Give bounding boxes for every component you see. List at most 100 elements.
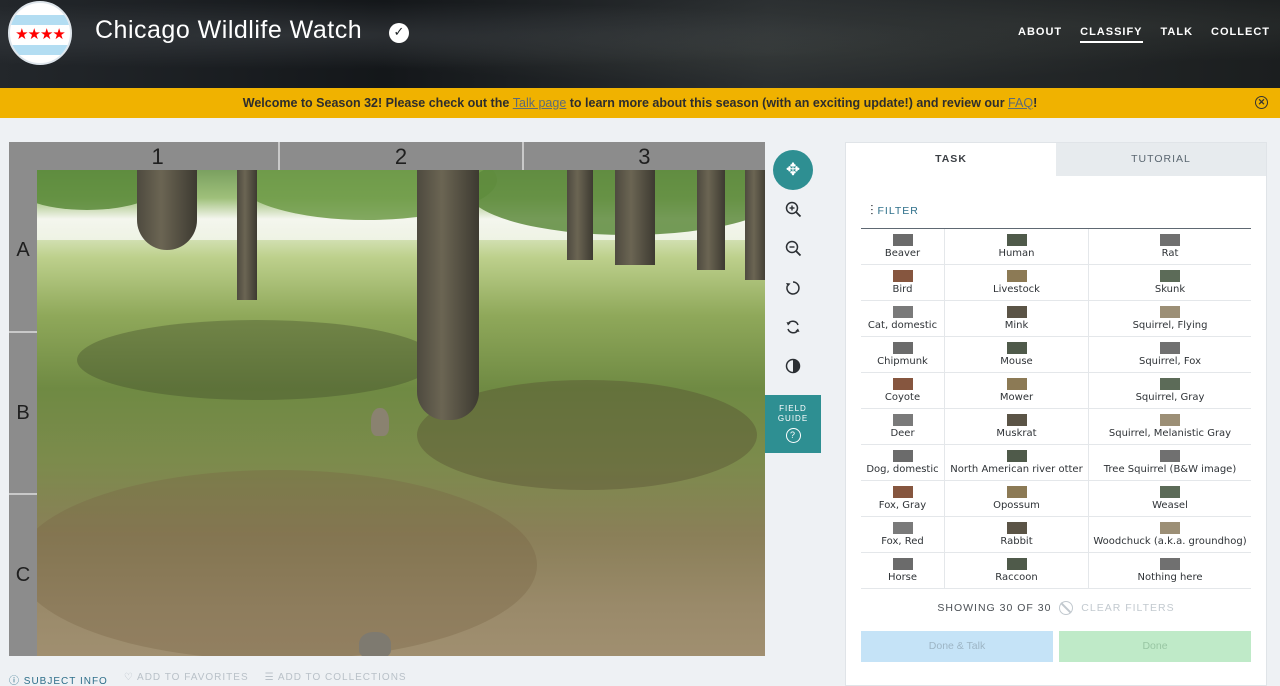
species-thumbnail (1006, 450, 1027, 462)
tab-task[interactable]: TASK (846, 143, 1056, 176)
species-choice[interactable]: Fox, Red (861, 517, 945, 552)
species-choice[interactable]: Livestock (945, 265, 1089, 300)
species-choice[interactable]: Rat (1089, 229, 1251, 264)
species-choice[interactable]: Dog, domestic (861, 445, 945, 480)
species-label: Livestock (993, 284, 1040, 295)
add-to-collections-link[interactable]: ☰ ADD TO COLLECTIONS (265, 672, 407, 686)
species-choice[interactable]: Mink (945, 301, 1089, 336)
close-banner-icon[interactable]: ✕ (1255, 96, 1268, 109)
species-choice[interactable]: North American river otter (945, 445, 1089, 480)
nav-about[interactable]: ABOUT (1018, 26, 1062, 43)
species-label: Squirrel, Gray (1135, 392, 1205, 403)
species-choice[interactable]: Chipmunk (861, 337, 945, 372)
add-to-favorites-link[interactable]: ♡ ADD TO FAVORITES (124, 672, 249, 686)
species-thumbnail (1160, 306, 1180, 318)
talk-page-link[interactable]: Talk page (513, 96, 567, 110)
invert-colors-icon[interactable] (773, 346, 813, 385)
announcement-banner: Welcome to Season 32! Please check out t… (0, 88, 1280, 118)
species-label: Skunk (1154, 284, 1186, 295)
species-choice[interactable]: Skunk (1089, 265, 1251, 300)
species-thumbnail (1006, 234, 1027, 246)
species-choice[interactable]: Squirrel, Gray (1089, 373, 1251, 408)
species-thumbnail (1160, 342, 1180, 354)
species-choice[interactable]: Squirrel, Flying (1089, 301, 1251, 336)
species-choice[interactable]: Opossum (945, 481, 1089, 516)
species-label: Tree Squirrel (B&W image) (1103, 464, 1237, 475)
species-thumbnail (892, 270, 913, 282)
field-guide-label: FIELD GUIDE (777, 404, 809, 423)
species-label: Woodchuck (a.k.a. groundhog) (1093, 536, 1247, 547)
zoom-in-icon[interactable] (773, 190, 813, 229)
grid-column-label: 2 (278, 142, 521, 170)
species-thumbnail (892, 342, 913, 354)
done-and-talk-button[interactable]: Done & Talk (861, 631, 1053, 662)
species-label: Muskrat (996, 428, 1037, 439)
done-button[interactable]: Done (1059, 631, 1251, 662)
reset-icon[interactable] (773, 307, 813, 346)
species-choice[interactable]: Tree Squirrel (B&W image) (1089, 445, 1251, 480)
zoom-out-icon[interactable] (773, 229, 813, 268)
subject-info-link[interactable]: ⓘ SUBJECT INFO (9, 672, 108, 686)
species-choice[interactable]: Deer (861, 409, 945, 444)
species-row: Beaver Human Rat (861, 229, 1251, 265)
nav-talk[interactable]: TALK (1161, 26, 1194, 43)
field-guide-button[interactable]: FIELD GUIDE ? (765, 395, 821, 453)
species-label: Weasel (1152, 500, 1188, 511)
species-label: Dog, domestic (866, 464, 939, 475)
species-thumbnail (892, 486, 913, 498)
grid-row-label: C (9, 493, 37, 656)
species-choice[interactable]: Cat, domestic (861, 301, 945, 336)
species-choice[interactable]: Mouse (945, 337, 1089, 372)
species-choice[interactable]: Horse (861, 553, 945, 588)
project-title[interactable]: Chicago Wildlife Watch (95, 16, 362, 45)
species-choice[interactable]: Raccoon (945, 553, 1089, 588)
faq-link[interactable]: FAQ (1008, 96, 1033, 110)
nav-collect[interactable]: COLLECT (1211, 26, 1270, 43)
tab-tutorial[interactable]: TUTORIAL (1056, 143, 1266, 176)
species-row: Bird Livestock Skunk (861, 265, 1251, 301)
species-label: Fox, Red (881, 536, 924, 547)
species-choice[interactable]: Beaver (861, 229, 945, 264)
nav-classify[interactable]: CLASSIFY (1080, 26, 1143, 43)
species-label: Bird (892, 284, 913, 295)
project-logo[interactable]: ★★★★ (8, 1, 72, 65)
species-choice[interactable]: Rabbit (945, 517, 1089, 552)
species-thumbnail (892, 306, 913, 318)
species-label: Squirrel, Fox (1138, 356, 1202, 367)
species-grid: Beaver Human Rat Bird Livestock Skunk Cat, dom… (861, 228, 1251, 589)
species-choice[interactable]: Woodchuck (a.k.a. groundhog) (1089, 517, 1251, 552)
filter-button[interactable]: ⫶ FILTER (870, 202, 919, 219)
task-panel: TASK TUTORIAL ⫶ FILTER Beaver Human Rat Bir… (845, 142, 1267, 686)
clear-filters-button[interactable]: CLEAR FILTERS (1081, 602, 1174, 614)
species-thumbnail (1006, 558, 1027, 570)
species-thumbnail (892, 414, 913, 426)
species-thumbnail (1160, 414, 1180, 426)
rotate-icon[interactable] (773, 268, 813, 307)
species-choice[interactable]: Muskrat (945, 409, 1089, 444)
species-choice[interactable]: Human (945, 229, 1089, 264)
species-choice[interactable]: Fox, Gray (861, 481, 945, 516)
species-choice[interactable]: Squirrel, Fox (1089, 337, 1251, 372)
species-choice[interactable]: Nothing here (1089, 553, 1251, 588)
species-label: Mower (999, 392, 1034, 403)
species-choice[interactable]: Weasel (1089, 481, 1251, 516)
species-label: Coyote (884, 392, 921, 403)
species-label: Chipmunk (877, 356, 928, 367)
move-icon[interactable]: ✥ (773, 150, 813, 190)
species-row: Fox, Red Rabbit Woodchuck (a.k.a. groundho… (861, 517, 1251, 553)
species-choice[interactable]: Coyote (861, 373, 945, 408)
species-choice[interactable]: Squirrel, Melanistic Gray (1089, 409, 1251, 444)
species-choice[interactable]: Mower (945, 373, 1089, 408)
subject-image[interactable] (37, 170, 765, 656)
species-label: Rabbit (1000, 536, 1033, 547)
species-label: Mink (1004, 320, 1029, 331)
species-label: Cat, domestic (867, 320, 938, 331)
species-thumbnail (1160, 486, 1180, 498)
grid-column-labels: 1 2 3 (37, 142, 765, 170)
species-label: North American river otter (950, 464, 1083, 475)
species-thumbnail (892, 522, 913, 534)
species-thumbnail (1160, 522, 1180, 534)
species-choice[interactable]: Bird (861, 265, 945, 300)
ground-shadow (37, 470, 537, 656)
showing-count: SHOWING 30 OF 30 (937, 601, 1052, 614)
